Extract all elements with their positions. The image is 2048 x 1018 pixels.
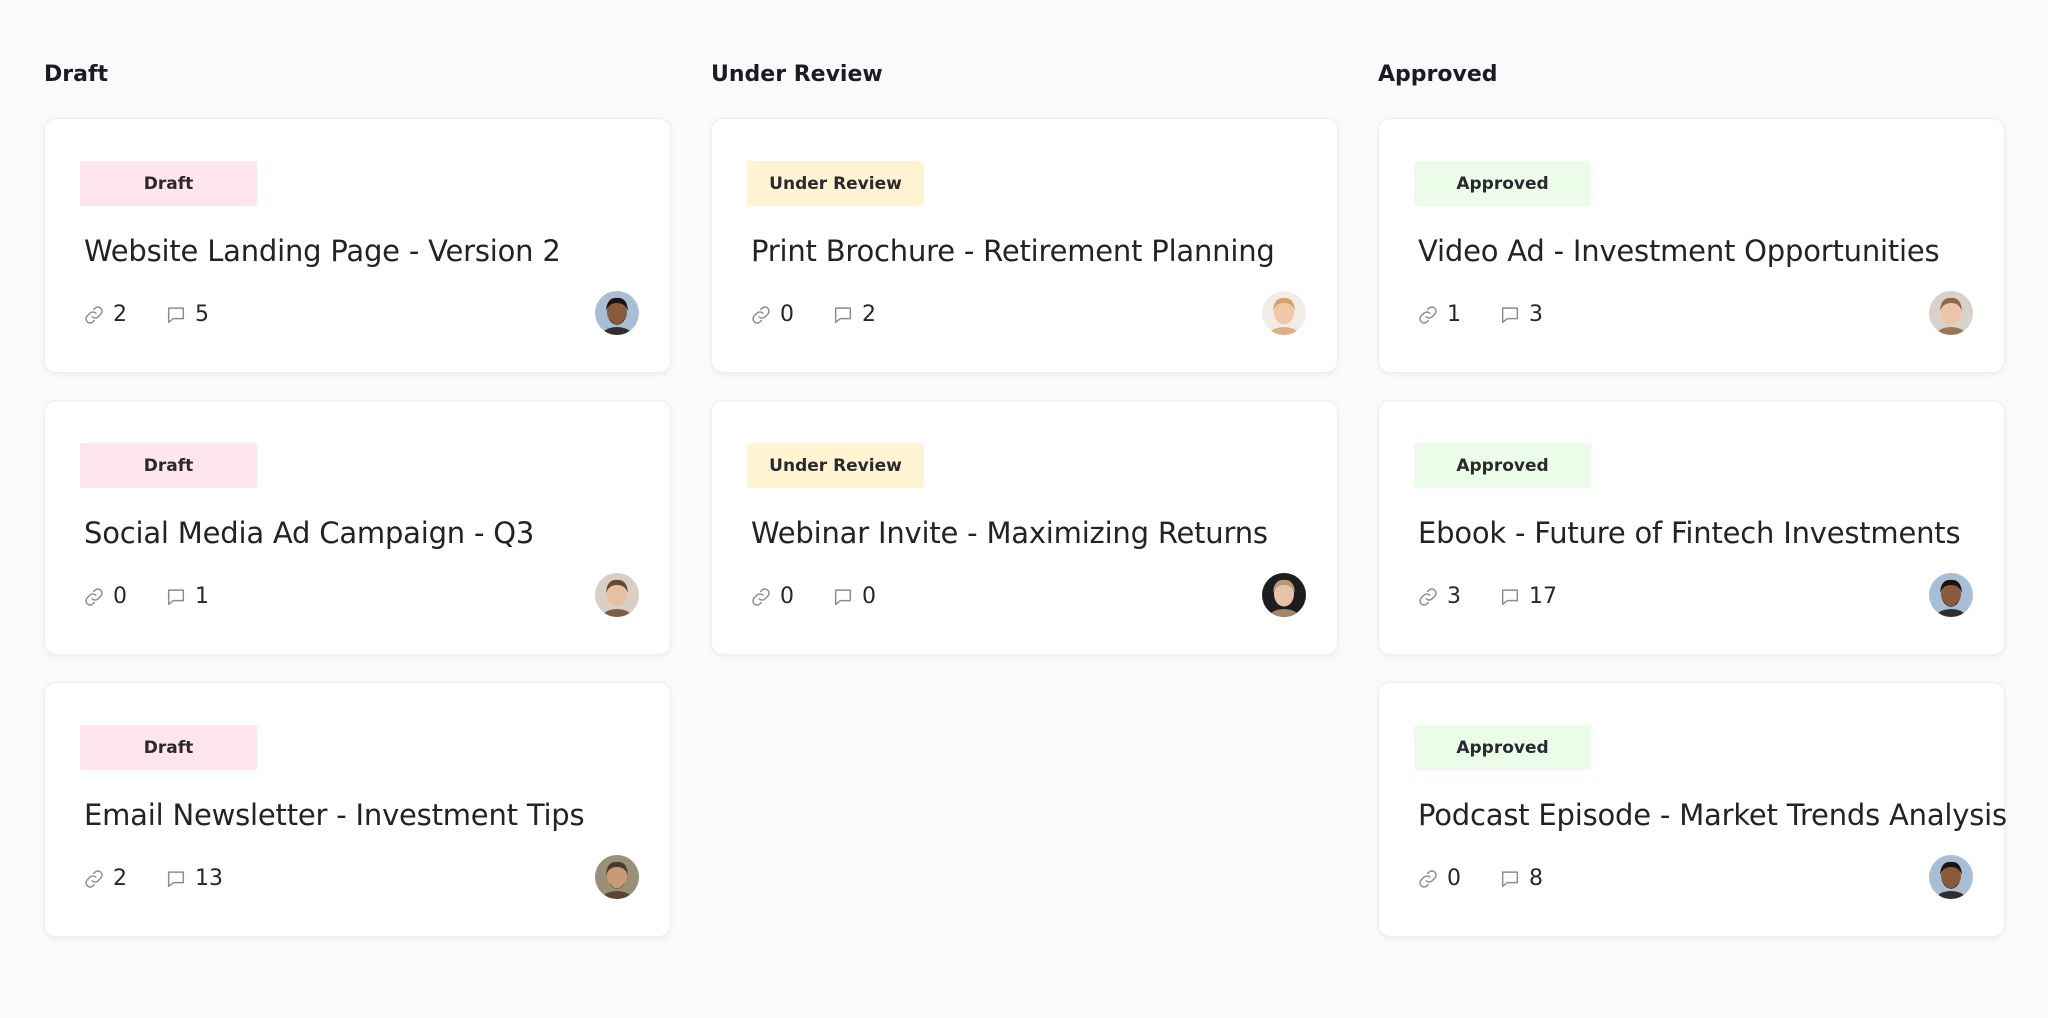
comments-count: 0 <box>832 584 876 609</box>
comment-icon <box>165 586 187 608</box>
status-badge: Draft <box>80 725 257 770</box>
comments-count: 2 <box>832 302 876 327</box>
link-icon <box>83 586 105 608</box>
status-badge: Approved <box>1414 443 1591 488</box>
column-draft: Draft Draft Website Landing Page - Versi… <box>44 60 671 937</box>
card-title: Print Brochure - Retirement Planning <box>751 234 1275 268</box>
comment-icon <box>1499 586 1521 608</box>
card-meta: 3 17 <box>1417 584 1557 609</box>
links-count-value: 0 <box>113 584 127 609</box>
comments-count-value: 8 <box>1529 866 1543 891</box>
card-meta: 0 8 <box>1417 866 1543 891</box>
card-title: Social Media Ad Campaign - Q3 <box>84 516 535 550</box>
comments-count-value: 3 <box>1529 302 1543 327</box>
links-count: 0 <box>1417 866 1499 891</box>
card-title: Video Ad - Investment Opportunities <box>1418 234 1940 268</box>
link-icon <box>1417 868 1439 890</box>
status-badge: Draft <box>80 161 257 206</box>
comments-count-value: 0 <box>862 584 876 609</box>
content-card[interactable]: Draft Website Landing Page - Version 2 2… <box>44 118 671 373</box>
card-title: Webinar Invite - Maximizing Returns <box>751 516 1268 550</box>
links-count-value: 1 <box>1447 302 1461 327</box>
links-count-value: 0 <box>780 302 794 327</box>
comment-icon <box>165 304 187 326</box>
status-badge: Draft <box>80 443 257 488</box>
link-icon <box>83 868 105 890</box>
comments-count: 13 <box>165 866 223 891</box>
links-count: 2 <box>83 866 165 891</box>
avatar[interactable] <box>1929 573 1973 617</box>
link-icon <box>750 586 772 608</box>
links-count: 0 <box>83 584 165 609</box>
links-count: 2 <box>83 302 165 327</box>
comment-icon <box>1499 868 1521 890</box>
content-card[interactable]: Approved Ebook - Future of Fintech Inves… <box>1378 400 2005 655</box>
card-meta: 0 2 <box>750 302 876 327</box>
links-count: 3 <box>1417 584 1499 609</box>
card-list: Draft Website Landing Page - Version 2 2… <box>44 118 671 937</box>
card-meta: 1 3 <box>1417 302 1543 327</box>
link-icon <box>750 304 772 326</box>
status-badge: Approved <box>1414 725 1591 770</box>
card-meta: 0 0 <box>750 584 876 609</box>
status-badge: Under Review <box>747 443 924 488</box>
links-count: 0 <box>750 302 832 327</box>
status-badge: Approved <box>1414 161 1591 206</box>
links-count-value: 2 <box>113 866 127 891</box>
avatar[interactable] <box>1929 855 1973 899</box>
links-count: 1 <box>1417 302 1499 327</box>
card-title: Ebook - Future of Fintech Investments <box>1418 516 1961 550</box>
card-list: Approved Video Ad - Investment Opportuni… <box>1378 118 2007 937</box>
comments-count-value: 2 <box>862 302 876 327</box>
comments-count: 3 <box>1499 302 1543 327</box>
content-card[interactable]: Draft Email Newsletter - Investment Tips… <box>44 682 671 937</box>
avatar[interactable] <box>1262 573 1306 617</box>
card-title: Email Newsletter - Investment Tips <box>84 798 585 832</box>
kanban-board: Draft Draft Website Landing Page - Versi… <box>44 60 2007 937</box>
avatar[interactable] <box>595 855 639 899</box>
card-title: Website Landing Page - Version 2 <box>84 234 561 268</box>
link-icon <box>1417 304 1439 326</box>
comments-count-value: 17 <box>1529 584 1557 609</box>
links-count-value: 0 <box>780 584 794 609</box>
avatar[interactable] <box>1929 291 1973 335</box>
links-count: 0 <box>750 584 832 609</box>
comments-count-value: 13 <box>195 866 223 891</box>
comment-icon <box>832 304 854 326</box>
card-title: Podcast Episode - Market Trends Analysis <box>1418 798 2007 832</box>
avatar[interactable] <box>595 291 639 335</box>
content-card[interactable]: Under Review Print Brochure - Retirement… <box>711 118 1338 373</box>
column-title: Under Review <box>711 62 883 87</box>
content-card[interactable]: Approved Podcast Episode - Market Trends… <box>1378 682 2007 937</box>
card-meta: 0 1 <box>83 584 209 609</box>
content-card[interactable]: Under Review Webinar Invite - Maximizing… <box>711 400 1338 655</box>
links-count-value: 0 <box>1447 866 1461 891</box>
comment-icon <box>1499 304 1521 326</box>
avatar[interactable] <box>595 573 639 617</box>
links-count-value: 3 <box>1447 584 1461 609</box>
comments-count: 8 <box>1499 866 1543 891</box>
comment-icon <box>832 586 854 608</box>
link-icon <box>83 304 105 326</box>
links-count-value: 2 <box>113 302 127 327</box>
comments-count-value: 1 <box>195 584 209 609</box>
content-card[interactable]: Draft Social Media Ad Campaign - Q3 0 1 <box>44 400 671 655</box>
comments-count: 1 <box>165 584 209 609</box>
comments-count: 5 <box>165 302 209 327</box>
column-approved: Approved Approved Video Ad - Investment … <box>1378 60 2007 937</box>
avatar[interactable] <box>1262 291 1306 335</box>
comments-count-value: 5 <box>195 302 209 327</box>
status-badge: Under Review <box>747 161 924 206</box>
link-icon <box>1417 586 1439 608</box>
content-card[interactable]: Approved Video Ad - Investment Opportuni… <box>1378 118 2005 373</box>
column-title: Draft <box>44 62 109 87</box>
comment-icon <box>165 868 187 890</box>
card-meta: 2 13 <box>83 866 223 891</box>
column-title: Approved <box>1378 62 1498 87</box>
comments-count: 17 <box>1499 584 1557 609</box>
card-meta: 2 5 <box>83 302 209 327</box>
card-list: Under Review Print Brochure - Retirement… <box>711 118 1338 655</box>
column-under-review: Under Review Under Review Print Brochure… <box>711 60 1338 937</box>
